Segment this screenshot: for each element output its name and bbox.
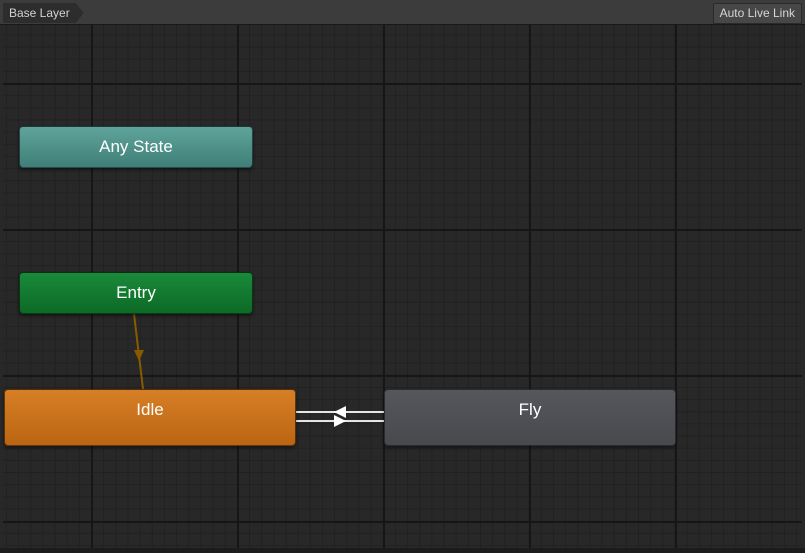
entry-node[interactable]: Entry	[19, 272, 253, 314]
any-state-label: Any State	[99, 137, 173, 156]
layer-breadcrumb[interactable]: Base Layer	[3, 3, 84, 23]
entry-label: Entry	[116, 283, 156, 302]
fly-label: Fly	[518, 400, 542, 419]
idle-label: Idle	[136, 400, 164, 419]
graph-bottom-border	[0, 548, 805, 553]
fly-state-node[interactable]: Fly	[384, 389, 676, 446]
auto-live-link-button[interactable]: Auto Live Link	[712, 3, 802, 24]
animator-window: Base Layer Auto Live Link Any State Entr…	[0, 0, 805, 553]
idle-state-node[interactable]: Idle	[4, 389, 296, 446]
animator-toolbar: Base Layer Auto Live Link	[0, 0, 805, 25]
any-state-node[interactable]: Any State	[19, 126, 253, 168]
